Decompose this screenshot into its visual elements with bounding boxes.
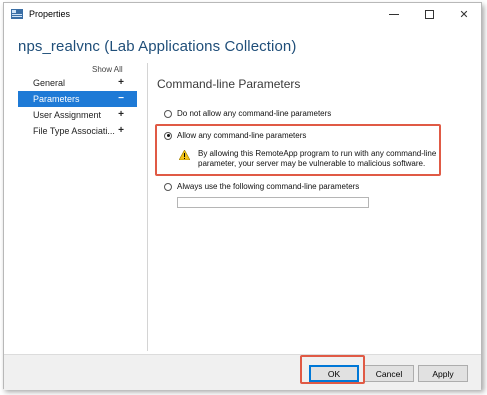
radio-button[interactable]: [164, 182, 172, 191]
sidebar-nav: General + Parameters − User Assignment +…: [18, 75, 137, 139]
close-icon: ✕: [459, 8, 469, 21]
sidebar-item-label: General: [33, 78, 66, 88]
radio-button[interactable]: [164, 109, 172, 118]
properties-window: Properties ✕ nps_realvnc (Lab Applicatio…: [3, 2, 482, 390]
cancel-button[interactable]: Cancel: [364, 365, 414, 382]
sidebar-item-general[interactable]: General +: [18, 75, 137, 91]
expand-icon: +: [118, 125, 124, 136]
show-all-link[interactable]: Show All: [92, 65, 123, 74]
option-label: Do not allow any command-line parameters: [177, 109, 332, 118]
dialog-footer: OK Cancel Apply: [4, 354, 481, 390]
title-bar[interactable]: Properties ✕: [4, 3, 481, 26]
option-always-use-parameters[interactable]: Always use the following command-line pa…: [164, 182, 359, 191]
highlight-box-allow-option: [155, 124, 441, 176]
collapse-icon: −: [118, 93, 124, 104]
panel-title: Command-line Parameters: [157, 77, 301, 91]
sidebar-item-parameters[interactable]: Parameters −: [18, 91, 137, 107]
expand-icon: +: [118, 109, 124, 120]
minimize-icon: [389, 14, 399, 15]
option-label: Always use the following command-line pa…: [177, 182, 360, 191]
close-button[interactable]: ✕: [447, 3, 481, 26]
page-title: nps_realvnc (Lab Applications Collection…: [18, 38, 297, 55]
highlight-box-ok-button: [300, 355, 365, 384]
expand-icon: +: [118, 77, 124, 88]
sidebar-item-label: User Assignment: [33, 110, 102, 120]
server-manager-icon: [11, 9, 23, 19]
maximize-button[interactable]: [412, 3, 446, 26]
parameters-input[interactable]: [177, 197, 369, 208]
apply-button[interactable]: Apply: [418, 365, 468, 382]
sidebar-item-user-assignment[interactable]: User Assignment +: [18, 107, 137, 123]
option-disallow-parameters[interactable]: Do not allow any command-line parameters: [164, 109, 331, 118]
maximize-icon: [424, 10, 434, 19]
window-title: Properties: [29, 9, 71, 19]
minimize-button[interactable]: [377, 3, 411, 26]
sidebar-item-file-type-associations[interactable]: File Type Associati... +: [18, 123, 137, 139]
sidebar-item-label: Parameters: [33, 94, 80, 104]
sidebar-item-label: File Type Associati...: [33, 126, 115, 136]
